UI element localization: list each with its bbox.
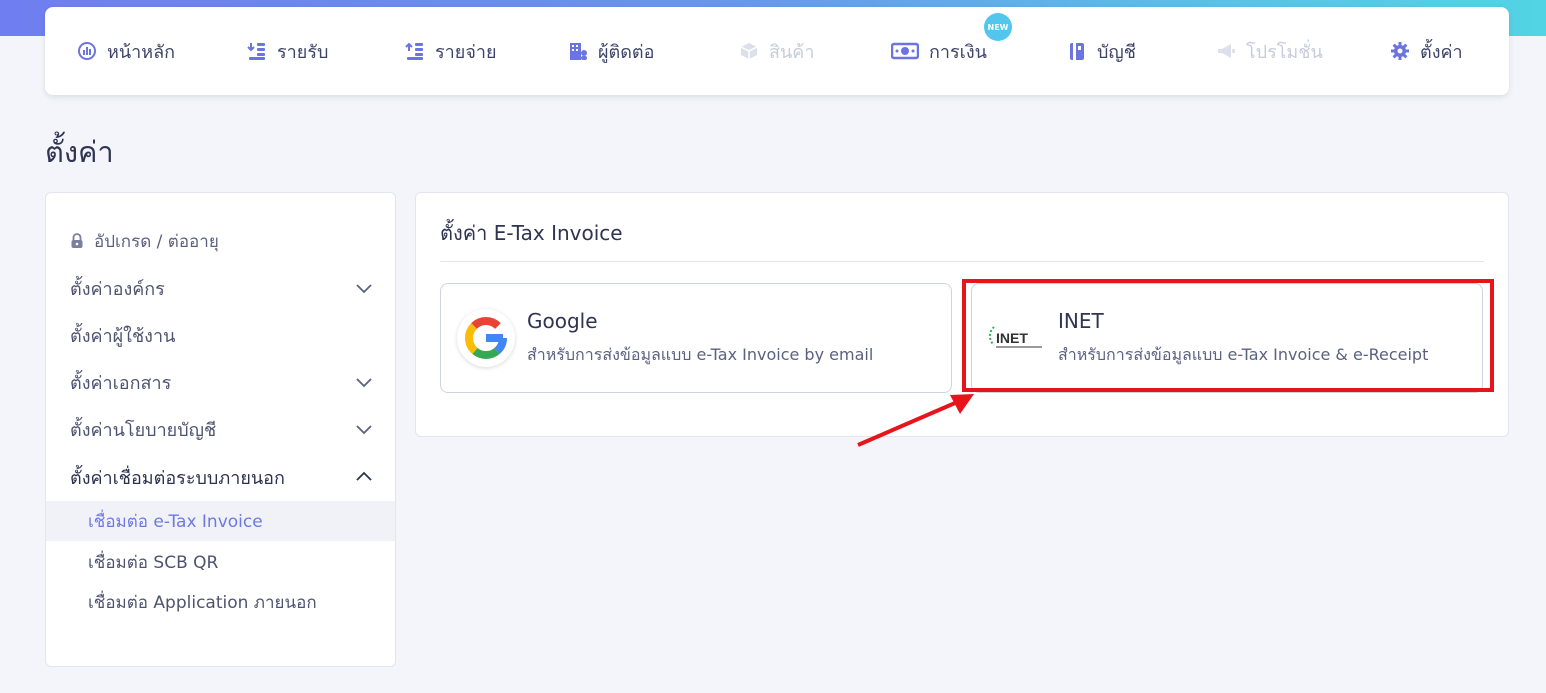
chevron-down-icon [356,284,372,294]
megaphone-icon [1216,41,1236,61]
inet-logo: INET [988,309,1046,367]
product-box-icon [739,41,759,61]
sidebar-item-external-integrations[interactable]: ตั้งค่าเชื่อมต่อระบบภายนอก [46,455,395,499]
provider-card-google[interactable]: Google สำหรับการส่งข้อมูลแบบ e-Tax Invoi… [440,283,952,393]
sidebar-sublabel-scb-qr: เชื่อมต่อ SCB QR [88,552,219,573]
chevron-down-icon [356,378,372,388]
contacts-building-icon [568,41,588,61]
nav-item-settings[interactable]: ตั้งค่า [1390,7,1463,95]
provider-desc-inet: สำหรับการส่งข้อมูลแบบ e-Tax Invoice & e-… [1058,345,1429,364]
chevron-down-icon [356,425,372,435]
nav-item-finance[interactable]: การเงิน [891,7,987,95]
money-icon [891,41,919,61]
provider-name-google: Google [527,309,598,333]
provider-name-inet: INET [1058,309,1104,333]
provider-card-inet[interactable]: INET INET สำหรับการส่งข้อมูลแบบ e-Tax In… [971,283,1483,393]
expense-list-icon [405,41,425,61]
sidebar-label-organization: ตั้งค่าองค์กร [70,278,165,300]
nav-label-contacts: ผู้ติดต่อ [598,41,655,63]
nav-item-products[interactable]: สินค้า [739,7,814,95]
sidebar-sublabel-external-app: เชื่อมต่อ Application ภายนอก [88,592,317,613]
nav-item-contacts[interactable]: ผู้ติดต่อ [568,7,654,95]
sidebar-subitem-external-app[interactable]: เชื่อมต่อ Application ภายนอก [46,582,395,622]
nav-item-income[interactable]: รายรับ [247,7,328,95]
chevron-up-icon [356,471,372,481]
card-title: ตั้งค่า E-Tax Invoice [440,221,623,245]
sidebar-label-accounting-policy: ตั้งค่านโยบายบัญชี [70,419,217,441]
new-badge: NEW [984,13,1012,41]
sidebar-label-documents: ตั้งค่าเอกสาร [70,372,172,394]
page-title: ตั้งค่า [45,135,114,169]
lock-icon [70,233,84,249]
annotation-arrow [857,394,974,447]
sidebar-label-external-integrations: ตั้งค่าเชื่อมต่อระบบภายนอก [70,467,285,489]
svg-text:INET: INET [996,330,1028,346]
sidebar-label-upgrade: อัปเกรด / ต่ออายุ [94,231,219,252]
nav-item-home[interactable]: หน้าหลัก [77,7,175,95]
sidebar-subitem-scb-qr[interactable]: เชื่อมต่อ SCB QR [46,542,395,582]
nav-item-promotion[interactable]: โปรโมชั่น [1216,7,1323,95]
nav-label-income: รายรับ [277,41,329,63]
nav-item-accounting[interactable]: บัญชี [1067,7,1136,95]
sidebar-label-users: ตั้งค่าผู้ใช้งาน [70,325,176,347]
card-divider [440,261,1484,262]
nav-label-expense: รายจ่าย [435,41,497,63]
sidebar-item-documents[interactable]: ตั้งค่าเอกสาร [46,360,395,404]
top-navigation: หน้าหลัก รายรับ รายจ่าย ผู้ติดต่อ สินค้า… [45,7,1509,95]
nav-label-accounting: บัญชี [1097,41,1136,63]
sidebar-sublabel-etax: เชื่อมต่อ e-Tax Invoice [88,511,263,532]
nav-label-products: สินค้า [769,41,815,63]
nav-item-expense[interactable]: รายจ่าย [405,7,497,95]
nav-label-settings: ตั้งค่า [1420,41,1463,63]
nav-label-promotion: โปรโมชั่น [1246,41,1323,63]
google-logo [457,309,515,367]
ledger-book-icon [1067,41,1087,61]
income-list-icon [247,41,267,61]
provider-desc-google: สำหรับการส่งข้อมูลแบบ e-Tax Invoice by e… [527,345,874,364]
sidebar-item-organization[interactable]: ตั้งค่าองค์กร [46,266,395,310]
sidebar-item-upgrade[interactable]: อัปเกรด / ต่ออายุ [46,219,395,263]
sidebar-item-users[interactable]: ตั้งค่าผู้ใช้งาน [46,313,395,357]
sidebar-subitem-etax[interactable]: เชื่อมต่อ e-Tax Invoice [46,501,395,541]
settings-sidebar: อัปเกรด / ต่ออายุ ตั้งค่าองค์กร ตั้งค่าผ… [45,192,396,667]
sidebar-item-accounting-policy[interactable]: ตั้งค่านโยบายบัญชี [46,407,395,451]
dashboard-icon [77,41,97,61]
nav-label-home: หน้าหลัก [107,41,176,63]
gear-icon [1390,41,1410,61]
nav-label-finance: การเงิน [929,41,987,63]
